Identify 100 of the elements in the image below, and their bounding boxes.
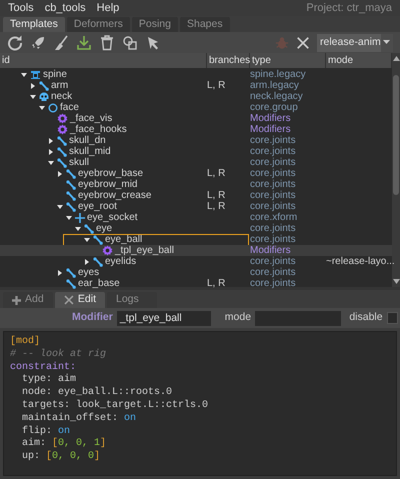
branches-cell-text: L, R xyxy=(207,80,226,91)
type-cell-text: core.joints xyxy=(250,267,297,278)
bone-icon xyxy=(93,234,103,244)
node-label[interactable]: eyebrow_base xyxy=(78,168,144,179)
tab[interactable]: Templates xyxy=(3,17,65,32)
code-line: constraint: xyxy=(10,362,76,374)
tab[interactable]: Deformers xyxy=(66,17,130,32)
type-cell-text: core.joints xyxy=(250,146,297,157)
type-cell-text: core.joints xyxy=(250,278,297,289)
column-header[interactable]: type xyxy=(250,53,326,68)
node-label[interactable]: arm xyxy=(51,80,68,91)
node-label[interactable]: eyes xyxy=(78,267,100,278)
node-label[interactable]: _face_hooks xyxy=(70,124,127,135)
broom-icon[interactable] xyxy=(53,34,69,50)
disable-label: disable xyxy=(349,310,383,326)
circle-icon xyxy=(48,102,58,112)
branches-cell-text: L, R xyxy=(207,168,226,179)
menu-item[interactable]: Help xyxy=(96,0,120,16)
collapse-arrow-icon[interactable] xyxy=(75,226,81,232)
node-label[interactable]: eye_root xyxy=(78,201,117,212)
bone-icon xyxy=(57,158,67,168)
bone-icon xyxy=(57,136,67,146)
bone-icon xyxy=(84,224,94,234)
type-cell-text: core.joints xyxy=(250,223,297,234)
collapse-arrow-icon[interactable] xyxy=(48,160,54,166)
type-cell-text: core.xform xyxy=(250,212,298,223)
modifier-field[interactable]: _tpl_eye_ball xyxy=(116,310,211,326)
type-cell-text: core.joints xyxy=(250,135,297,146)
node-label[interactable]: _tpl_eye_ball xyxy=(115,245,174,256)
bone-icon xyxy=(39,80,49,90)
branches-cell-text: L, R xyxy=(207,201,226,212)
preset-dropdown[interactable]: release-anim xyxy=(317,34,393,52)
menu-item[interactable]: cb_tools xyxy=(44,0,86,16)
mode-field[interactable] xyxy=(255,310,342,326)
collapse-arrow-icon[interactable] xyxy=(66,214,72,220)
collapse-arrow-icon[interactable] xyxy=(30,94,36,100)
node-label[interactable]: eye_ball xyxy=(105,234,142,245)
node-label[interactable]: skull_dn xyxy=(69,135,106,146)
collapse-arrow-icon[interactable] xyxy=(39,104,45,110)
cursor-icon[interactable] xyxy=(145,34,161,50)
trash-icon[interactable] xyxy=(99,34,115,50)
bone-icon xyxy=(57,146,67,156)
code-line: targets: look_target.L::ctrls.0 xyxy=(21,400,208,412)
node-label[interactable]: skull_mid xyxy=(69,146,111,157)
tab[interactable]: Add xyxy=(3,292,53,308)
tab[interactable]: Shapes xyxy=(180,17,230,32)
code-line: type: aim xyxy=(21,374,76,386)
node-label[interactable]: eyebrow_crease xyxy=(78,190,152,201)
code-line: [mod] xyxy=(10,336,40,349)
code-line: maintain_offset: on xyxy=(21,412,136,426)
expand-arrow-icon[interactable] xyxy=(30,82,36,88)
type-cell-text: spine.legacy xyxy=(250,69,307,80)
plus-icon xyxy=(12,296,21,304)
expand-arrow-icon[interactable] xyxy=(48,138,54,144)
expand-arrow-icon[interactable] xyxy=(57,270,63,276)
disable-checkbox[interactable] xyxy=(386,312,398,324)
node-label[interactable]: eyelids xyxy=(105,256,136,267)
tab[interactable]: Edit xyxy=(55,292,105,308)
code-editor[interactable]: [mod] # -- look at rig constraint: type: aim node: eye_ball.L::roots.0 targets: look_target.L::ctrls.0 maintain_offset: on flip: on aim: [0, 0, 1] up: [0, 0, 0] xyxy=(3,331,397,476)
tab[interactable]: Posing xyxy=(132,17,178,32)
column-header[interactable]: branches xyxy=(207,53,250,68)
node-label[interactable]: _face_vis xyxy=(70,113,112,124)
code-line: aim: [0, 0, 1] xyxy=(21,438,106,450)
menu-item[interactable]: Tools xyxy=(8,0,34,16)
scrollbar[interactable] xyxy=(392,53,400,287)
expand-arrow-icon[interactable] xyxy=(84,258,90,264)
node-label[interactable]: skull xyxy=(69,157,90,168)
tools-icon[interactable] xyxy=(296,36,310,50)
type-cell-text: core.joints xyxy=(250,234,297,245)
collapse-arrow-icon[interactable] xyxy=(21,72,27,78)
node-label[interactable]: eye_socket xyxy=(87,212,138,223)
collapse-arrow-icon[interactable] xyxy=(84,236,90,242)
type-cell-text: Modifiers xyxy=(250,113,292,124)
node-label[interactable]: spine xyxy=(43,69,67,80)
node-label[interactable]: eyebrow_mid xyxy=(78,179,138,190)
gear-icon xyxy=(57,113,68,124)
bone-icon xyxy=(93,256,103,266)
refresh-icon[interactable] xyxy=(7,34,23,50)
modifier-label: Modifier xyxy=(72,310,113,326)
expand-arrow-icon[interactable] xyxy=(48,148,54,154)
rocket-icon[interactable] xyxy=(30,34,46,50)
column-header[interactable]: id xyxy=(0,53,207,68)
scroll-down-icon[interactable] xyxy=(392,279,400,284)
node-label[interactable]: face xyxy=(60,102,79,113)
scroll-up-icon[interactable] xyxy=(392,56,400,61)
expand-arrow-icon[interactable] xyxy=(57,170,63,176)
node-label[interactable]: eye xyxy=(96,223,112,234)
mode-cell: ~release-layo... xyxy=(326,256,392,267)
type-cell-text: core.joints xyxy=(250,201,297,212)
duplicate-icon[interactable] xyxy=(122,34,138,50)
node-label[interactable]: neck xyxy=(51,91,72,102)
type-cell-text: neck.legacy xyxy=(250,91,304,102)
mode-label: mode xyxy=(224,310,252,326)
type-cell-text: arm.legacy xyxy=(250,80,300,91)
code-line: flip: on xyxy=(21,426,70,438)
tab[interactable]: Logs xyxy=(107,292,157,308)
node-label[interactable]: ear_base xyxy=(78,278,120,289)
tools-icon xyxy=(64,295,74,305)
download-icon[interactable] xyxy=(76,34,92,50)
collapse-arrow-icon[interactable] xyxy=(57,204,63,210)
